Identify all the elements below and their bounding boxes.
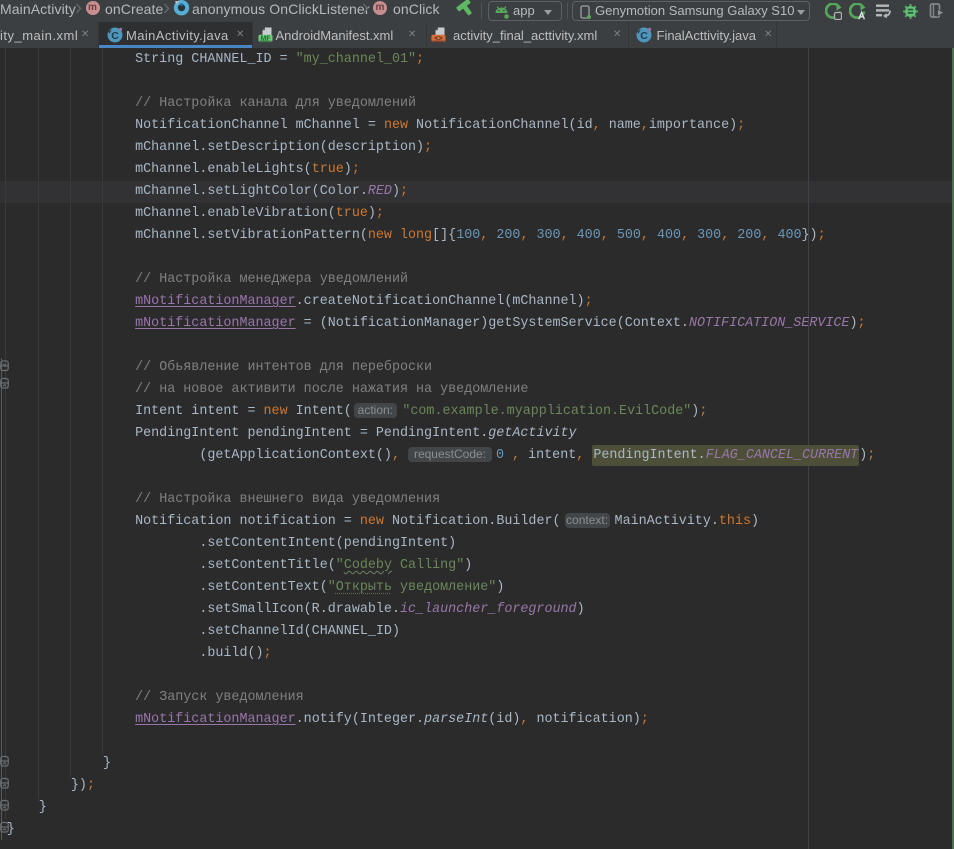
svg-text:C: C	[640, 30, 648, 42]
svg-text:MF: MF	[260, 36, 271, 43]
svg-text:C: C	[111, 30, 119, 42]
svg-text:<>: <>	[434, 36, 442, 43]
